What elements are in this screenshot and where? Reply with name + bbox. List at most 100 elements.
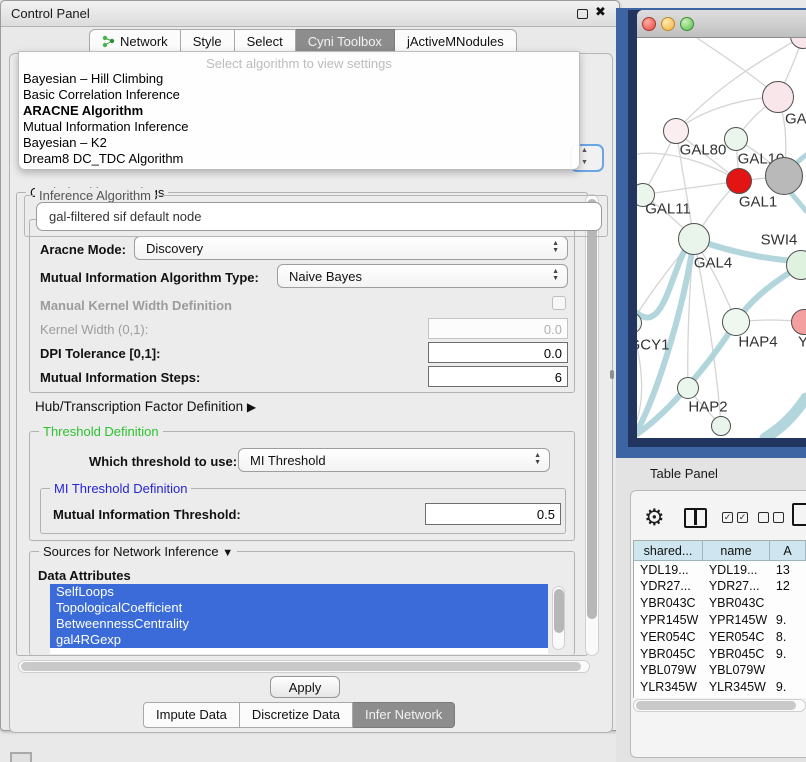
manual-kernel-label: Manual Kernel Width Definition: [40, 298, 232, 313]
settings-h-scrollbar[interactable]: [18, 660, 590, 673]
node-label: GAL80: [680, 142, 727, 159]
algorithm-dropdown-popup: Select algorithm to view settings Bayesi…: [18, 51, 580, 170]
dropdown-item[interactable]: Mutual Information Inference: [19, 119, 579, 135]
aracne-mode-value: Discovery: [146, 241, 203, 256]
table-column-header[interactable]: shared...: [634, 541, 703, 561]
table-cell: YDL19...: [703, 561, 770, 578]
mi-type-combo[interactable]: Naive Bayes ▲▼: [277, 264, 568, 288]
kernel-width-input: 0.0: [428, 318, 568, 339]
close-traffic-light-icon[interactable]: [642, 17, 656, 31]
table-cell: 9.: [770, 645, 806, 662]
show-columns-icon[interactable]: [684, 508, 707, 528]
close-icon[interactable]: ✖: [595, 4, 606, 20]
table-cell: 8.: [770, 628, 806, 645]
network-node-hap2[interactable]: [677, 377, 699, 399]
network-canvas[interactable]: GALGAL80GAL10GAL1GAL11GAL4SWI4GCY1HAP4YH…: [637, 38, 806, 438]
float-window-icon[interactable]: [577, 9, 588, 19]
table-cell: YDR27...: [703, 578, 770, 595]
table-row[interactable]: YDL19...YDL19...13: [634, 561, 806, 578]
table-column-header[interactable]: A: [770, 541, 806, 561]
table-row[interactable]: YBR045CYBR045C9.: [634, 645, 806, 662]
network-node-gal10[interactable]: [724, 127, 748, 151]
mi-type-label: Mutual Information Algorithm Type:: [40, 270, 259, 285]
table-column-header[interactable]: name: [703, 541, 770, 561]
attribute-list-item[interactable]: SelfLoops: [50, 584, 548, 600]
table-cell: YIL052C: [703, 695, 770, 698]
table-row[interactable]: YDR27...YDR27...12: [634, 578, 806, 595]
table-cell: YIL052C: [634, 695, 703, 698]
tab-infer-network[interactable]: Infer Network: [353, 702, 455, 728]
mi-threshold-label: Mutual Information Threshold:: [53, 507, 241, 522]
table-h-scrollbar[interactable]: [633, 699, 806, 712]
combo-arrows-icon: ▲▼: [552, 240, 559, 254]
table-row[interactable]: YBR043CYBR043C: [634, 595, 806, 612]
threshold-definition-group: Threshold Definition Which threshold to …: [29, 431, 575, 541]
panel-splitter-handle[interactable]: [610, 370, 614, 379]
dropdown-item[interactable]: ARACNE Algorithm: [19, 103, 579, 119]
new-table-icon[interactable]: [792, 503, 806, 526]
table-row[interactable]: YIL052CYIL052C9: [634, 695, 806, 698]
algorithm-definition-group: Algorithm Definition Aracne Mode: Discov…: [29, 219, 575, 393]
network-selector-combo[interactable]: gal-filtered sif default node: [36, 202, 602, 231]
table-cell: YBR043C: [634, 595, 703, 612]
dropdown-item[interactable]: Bayesian – K2: [19, 135, 579, 151]
attribute-list-item[interactable]: TopologicalCoefficient: [50, 600, 548, 616]
table-cell: YPR145W: [703, 611, 770, 628]
tab-label: Discretize Data: [252, 707, 340, 722]
attribute-list-item[interactable]: gal4RGexp: [50, 632, 548, 648]
sources-title[interactable]: Sources for Network Inference ▼: [39, 544, 237, 559]
which-threshold-combo[interactable]: MI Threshold ▲▼: [238, 448, 550, 472]
mi-threshold-title: MI Threshold Definition: [50, 481, 191, 496]
attributes-scrollbar[interactable]: [552, 586, 565, 650]
network-node[interactable]: [711, 416, 731, 436]
node-table[interactable]: shared...nameAYDL19...YDL19...13YDR27...…: [633, 540, 806, 698]
unselect-all-columns-icon[interactable]: [758, 512, 784, 523]
table-cell: YBL079W: [634, 662, 703, 679]
dropdown-item[interactable]: Bayesian – Hill Climbing: [19, 71, 579, 87]
network-window-titlebar[interactable]: [637, 10, 806, 38]
table-cell: 9: [770, 695, 806, 698]
which-threshold-value: MI Threshold: [250, 453, 326, 468]
hub-definition-toggle[interactable]: Hub/Transcription Factor Definition ▶: [35, 399, 256, 414]
tab-discretize-data[interactable]: Discretize Data: [240, 702, 353, 728]
mi-threshold-input[interactable]: 0.5: [425, 503, 561, 525]
dpi-tolerance-input[interactable]: 0.0: [428, 342, 568, 363]
network-node-gal1[interactable]: [726, 168, 752, 194]
threshold-definition-title: Threshold Definition: [39, 424, 163, 439]
table-row[interactable]: YBL079WYBL079W: [634, 662, 806, 679]
which-threshold-label: Which threshold to use:: [89, 454, 237, 469]
control-panel-titlebar[interactable]: Control Panel ✖: [1, 1, 619, 27]
table-cell: YLR345W: [703, 679, 770, 696]
data-attributes-list[interactable]: SelfLoopsTopologicalCoefficientBetweenne…: [50, 584, 548, 654]
table-row[interactable]: YER054CYER054C8.: [634, 628, 806, 645]
tab-label: Infer Network: [365, 707, 442, 722]
table-cell: YBL079W: [703, 662, 770, 679]
network-node[interactable]: [765, 157, 803, 195]
attribute-list-item[interactable]: BetweennessCentrality: [50, 616, 548, 632]
node-label: GAL1: [739, 194, 777, 211]
tab-impute-data[interactable]: Impute Data: [143, 702, 240, 728]
hub-definition-label: Hub/Transcription Factor Definition: [35, 399, 243, 414]
collapsed-panel-icon[interactable]: [10, 752, 32, 762]
apply-button[interactable]: Apply: [270, 676, 340, 698]
table-row[interactable]: YPR145WYPR145W9.: [634, 611, 806, 628]
aracne-mode-combo[interactable]: Discovery ▲▼: [134, 236, 568, 260]
dropdown-item[interactable]: Dream8 DC_TDC Algorithm: [19, 151, 579, 167]
network-node-gal4[interactable]: [678, 223, 710, 255]
zoom-traffic-light-icon[interactable]: [680, 17, 694, 31]
table-settings-gear-icon[interactable]: ⚙: [644, 504, 665, 531]
bottom-tabs: Impute Data Discretize Data Infer Network: [143, 702, 455, 728]
select-all-columns-icon[interactable]: ✓✓: [722, 512, 748, 523]
table-row[interactable]: YLR345WYLR345W9.: [634, 679, 806, 696]
settings-scrollbar[interactable]: [585, 194, 599, 656]
network-node-hap4[interactable]: [722, 308, 750, 336]
network-node-gal80[interactable]: [663, 118, 689, 144]
network-node-gal[interactable]: [762, 81, 794, 113]
table-cell: YDR27...: [634, 578, 703, 595]
network-window[interactable]: GALGAL80GAL10GAL1GAL11GAL4SWI4GCY1HAP4YH…: [637, 10, 806, 438]
minimize-traffic-light-icon[interactable]: [661, 17, 675, 31]
manual-kernel-checkbox[interactable]: [552, 296, 566, 310]
dropdown-item[interactable]: Basic Correlation Inference: [19, 87, 579, 103]
mi-steps-input[interactable]: 6: [428, 366, 568, 387]
table-cell: [770, 595, 806, 612]
